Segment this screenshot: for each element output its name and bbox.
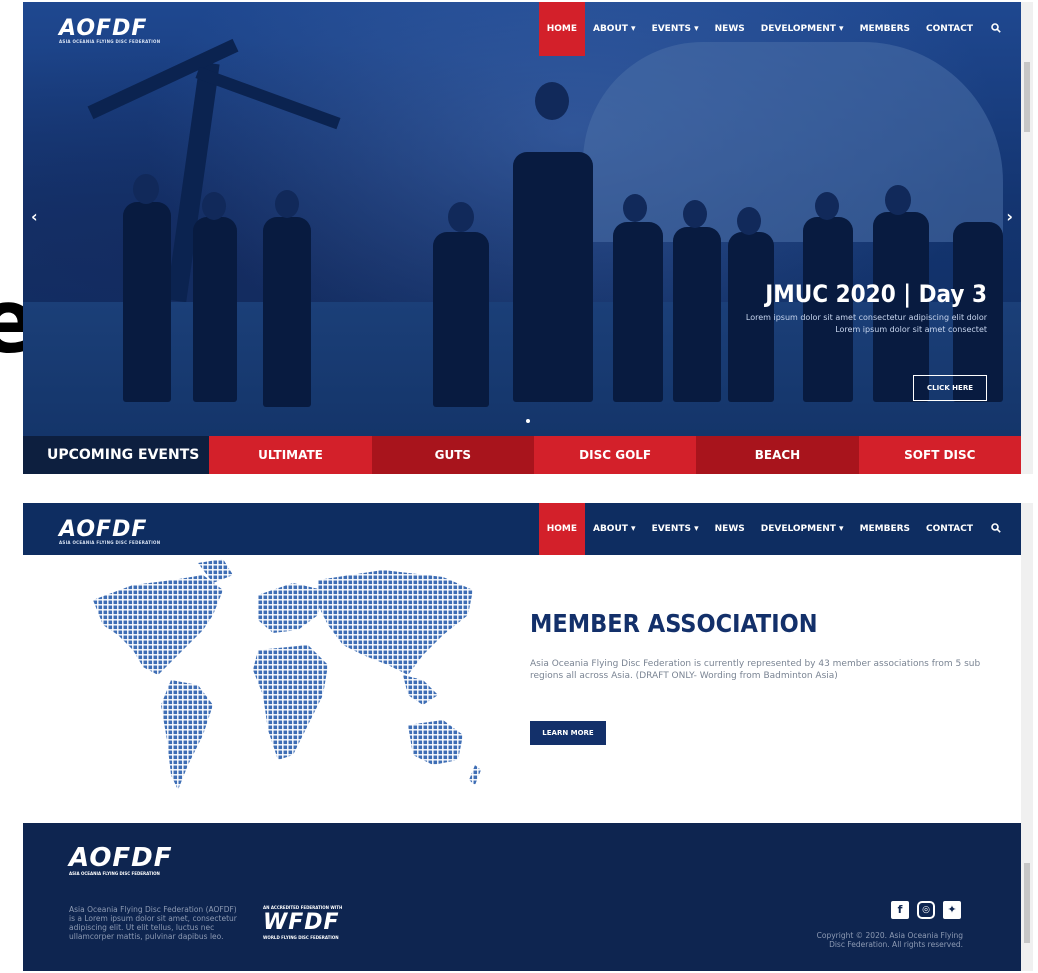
slider-prev-arrow-icon[interactable]: ‹: [31, 207, 38, 226]
hero-text: Lorem ipsum dolor sit amet consectetur a…: [745, 313, 987, 334]
nav-contact[interactable]: CONTACT: [918, 2, 981, 56]
search-icon[interactable]: [981, 503, 1011, 555]
slider-dot[interactable]: [526, 419, 530, 423]
twitter-icon[interactable]: ✦: [943, 901, 961, 919]
nav-news[interactable]: NEWS: [707, 2, 753, 56]
copyright-text: Copyright © 2020. Asia Oceania Flying Di…: [816, 931, 963, 949]
nav-development-2[interactable]: DEVELOPMENT ▾: [753, 503, 852, 555]
logo-text-2: AOFDF: [59, 517, 148, 542]
learn-more-button[interactable]: LEARN MORE: [530, 721, 606, 745]
event-ultimate[interactable]: ULTIMATE: [209, 436, 372, 474]
main-menu: HOME ABOUT ▾ EVENTS ▾ NEWS DEVELOPMENT ▾…: [538, 2, 1011, 56]
nav-events-2[interactable]: EVENTS ▾: [644, 503, 707, 555]
hero-title: JMUC 2020 | Day 3: [765, 280, 987, 308]
footer-logo-text: AOFDF: [69, 843, 173, 873]
aofdf-logo-2[interactable]: AOFDF ASIA OCEANIA FLYING DISC FEDERATIO…: [59, 517, 160, 545]
wfdf-post-text: WORLD FLYING DISC FEDERATION: [263, 935, 339, 940]
instagram-icon[interactable]: ◎: [917, 901, 935, 919]
nav-home-2[interactable]: HOME: [538, 503, 585, 555]
hero-slider: ‹ › JMUC 2020 | Day 3 Lorem ipsum dolor …: [23, 2, 1021, 436]
member-association-text: Asia Oceania Flying Disc Federation is c…: [530, 659, 981, 681]
event-guts[interactable]: GUTS: [371, 436, 534, 474]
scrollbar-top[interactable]: [1021, 2, 1033, 474]
main-menu-2: HOME ABOUT ▾ EVENTS ▾ NEWS DEVELOPMENT ▾…: [538, 503, 1011, 555]
nav-news-2[interactable]: NEWS: [707, 503, 753, 555]
wfdf-logo-text: WFDF: [263, 910, 340, 935]
wfdf-badge[interactable]: AN ACCREDITED FEDERATION WITH WFDF WORLD…: [263, 905, 342, 940]
nav-events[interactable]: EVENTS ▾: [644, 2, 707, 56]
upcoming-events-bar: UPCOMING EVENTS ULTIMATE GUTS DISC GOLF …: [23, 436, 1021, 474]
home-hero-screenshot: ‹ › JMUC 2020 | Day 3 Lorem ipsum dolor …: [23, 2, 1021, 474]
nav-development[interactable]: DEVELOPMENT ▾: [753, 2, 852, 56]
scrollbar-bottom[interactable]: [1021, 503, 1033, 971]
footer-about-text: Asia Oceania Flying Disc Federation (AOF…: [69, 905, 237, 941]
slider-next-arrow-icon[interactable]: ›: [1006, 207, 1013, 226]
nav-members[interactable]: MEMBERS: [852, 2, 918, 56]
footer-logo-subtitle: ASIA OCEANIA FLYING DISC FEDERATION: [69, 871, 160, 876]
top-navbar-2: AOFDF ASIA OCEANIA FLYING DISC FEDERATIO…: [23, 503, 1021, 555]
nav-about-2[interactable]: ABOUT ▾: [585, 503, 644, 555]
nav-home[interactable]: HOME: [538, 2, 585, 56]
aofdf-logo[interactable]: AOFDF ASIA OCEANIA FLYING DISC FEDERATIO…: [59, 16, 160, 44]
logo-subtitle-2: ASIA OCEANIA FLYING DISC FEDERATION: [59, 540, 161, 545]
event-soft-disc[interactable]: SOFT DISC: [858, 436, 1021, 474]
top-navbar: AOFDF ASIA OCEANIA FLYING DISC FEDERATIO…: [23, 2, 1021, 56]
event-disc-golf[interactable]: DISC GOLF: [533, 436, 697, 474]
dotted-world-map: [93, 559, 481, 790]
footer-logo[interactable]: AOFDF ASIA OCEANIA FLYING DISC FEDERATIO…: [69, 843, 173, 876]
event-beach[interactable]: BEACH: [696, 436, 859, 474]
upcoming-events-label: UPCOMING EVENTS: [23, 436, 210, 474]
nav-members-2[interactable]: MEMBERS: [852, 503, 918, 555]
member-footer-screenshot: AOFDF ASIA OCEANIA FLYING DISC FEDERATIO…: [23, 503, 1021, 971]
logo-subtitle: ASIA OCEANIA FLYING DISC FEDERATION: [59, 39, 161, 44]
search-icon[interactable]: [981, 2, 1011, 56]
nav-contact-2[interactable]: CONTACT: [918, 503, 981, 555]
site-footer: AOFDF ASIA OCEANIA FLYING DISC FEDERATIO…: [23, 823, 1021, 971]
logo-text: AOFDF: [59, 16, 148, 41]
facebook-icon[interactable]: f: [891, 901, 909, 919]
social-links: f ◎ ✦: [891, 901, 961, 919]
member-association-title: MEMBER ASSOCIATION: [530, 609, 818, 638]
nav-about[interactable]: ABOUT ▾: [585, 2, 644, 56]
click-here-button[interactable]: CLICK HERE: [913, 375, 987, 401]
